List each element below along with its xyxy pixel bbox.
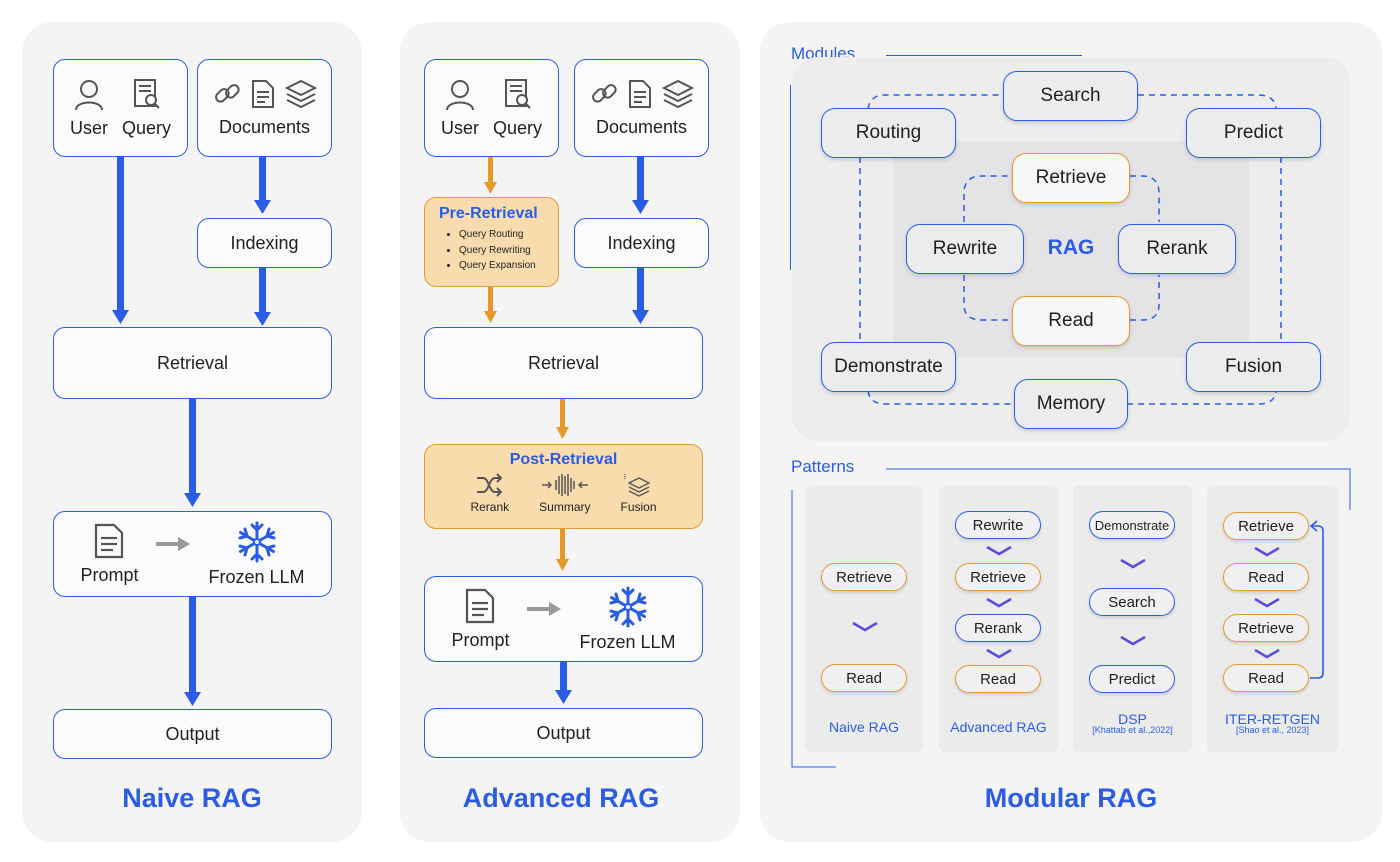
loop-back-arrow bbox=[1309, 520, 1324, 679]
pattern-citation: [Shao et al., 2023] bbox=[1235, 725, 1310, 735]
modular-rag-title: Modular RAG bbox=[984, 783, 1158, 813]
